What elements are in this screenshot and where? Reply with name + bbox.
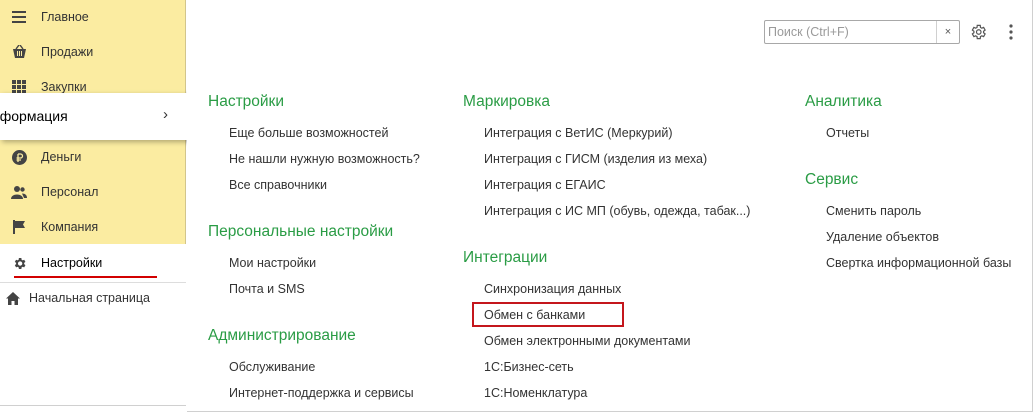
link-delete-objects[interactable]: Удаление объектов [826, 230, 939, 244]
link-maintenance[interactable]: Обслуживание [229, 360, 315, 374]
section-title-personal: Персональные настройки [208, 223, 394, 240]
more-menu-icon[interactable] [1001, 23, 1021, 41]
link-internet-support[interactable]: Интернет-поддержка и сервисы [229, 386, 414, 400]
sidebar-item-personal[interactable]: Персонал [0, 175, 186, 210]
link-change-password[interactable]: Сменить пароль [826, 204, 921, 218]
section-title-markirovka: Маркировка [463, 93, 550, 110]
sidebar-item-label: Начальная страница [29, 291, 150, 305]
chevron-right-icon: › [163, 106, 168, 123]
clear-search-button[interactable]: × [936, 21, 959, 43]
flag-icon [11, 219, 27, 235]
link-edo[interactable]: Обмен электронными документами [484, 334, 690, 348]
sidebar-item-label: Персонал [41, 185, 99, 199]
sidebar-item-label: Деньги [41, 150, 82, 164]
sidebar-item-glavnoe[interactable]: Главное [0, 0, 186, 35]
link-egais[interactable]: Интеграция с ЕГАИС [484, 178, 606, 192]
menu-lines-icon [11, 9, 27, 25]
link-data-sync[interactable]: Синхронизация данных [484, 282, 621, 296]
link-more-features[interactable]: Еще больше возможностей [229, 126, 388, 140]
sidebar-item-kompaniya[interactable]: Компания [0, 210, 186, 245]
link-vetis[interactable]: Интеграция с ВетИС (Меркурий) [484, 126, 673, 140]
link-business-network[interactable]: 1С:Бизнес-сеть [484, 360, 574, 374]
divider [0, 405, 186, 406]
search-box[interactable]: × [764, 20, 960, 44]
link-nomenclature[interactable]: 1С:Номенклатура [484, 386, 587, 400]
section-title-integracii: Интеграции [463, 249, 548, 266]
link-collapse-db[interactable]: Свертка информационной базы [826, 256, 1011, 270]
link-mail-sms[interactable]: Почта и SMS [229, 282, 305, 296]
link-reports[interactable]: Отчеты [826, 126, 869, 140]
sidebar-item-label: Настройки [41, 256, 103, 270]
link-is-mp[interactable]: Интеграция с ИС МП (обувь, одежда, табак… [484, 204, 750, 218]
settings-gear-icon[interactable] [969, 23, 987, 41]
link-feature-not-found[interactable]: Не нашли нужную возможность? [229, 152, 420, 166]
ruble-icon [11, 149, 27, 165]
sidebar-item-label: Продажи [41, 45, 94, 59]
sidebar-item-label: Закупки [41, 80, 87, 94]
cart-icon [11, 44, 27, 60]
home-icon [6, 291, 20, 305]
link-gism[interactable]: Интеграция с ГИСМ (изделия из меха) [484, 152, 707, 166]
sidebar-empty-area [0, 314, 186, 412]
sidebar: Главное Продажи Закупки Деньги Персонал … [0, 0, 186, 412]
sidebar-item-informaciya-popup[interactable]: нформация › [0, 93, 196, 140]
people-icon [11, 184, 27, 200]
sidebar-item-label: Главное [41, 10, 89, 24]
gear-icon [11, 255, 27, 271]
search-input[interactable] [766, 22, 938, 42]
section-title-servis: Сервис [805, 171, 859, 188]
link-all-catalogs[interactable]: Все справочники [229, 178, 327, 192]
section-title-analitika: Аналитика [805, 93, 882, 110]
sidebar-item-dengi[interactable]: Деньги [0, 140, 186, 175]
highlight-box [472, 302, 624, 327]
section-title-admin: Администрирование [208, 327, 356, 344]
link-my-settings[interactable]: Мои настройки [229, 256, 316, 270]
sidebar-item-prodazhi[interactable]: Продажи [0, 35, 186, 70]
section-title-nastroiki: Настройки [208, 93, 285, 110]
sidebar-item-home[interactable]: Начальная страница [0, 282, 186, 316]
active-underline [14, 276, 157, 278]
sidebar-item-label: Компания [41, 220, 99, 234]
popup-label: нформация [0, 108, 68, 124]
